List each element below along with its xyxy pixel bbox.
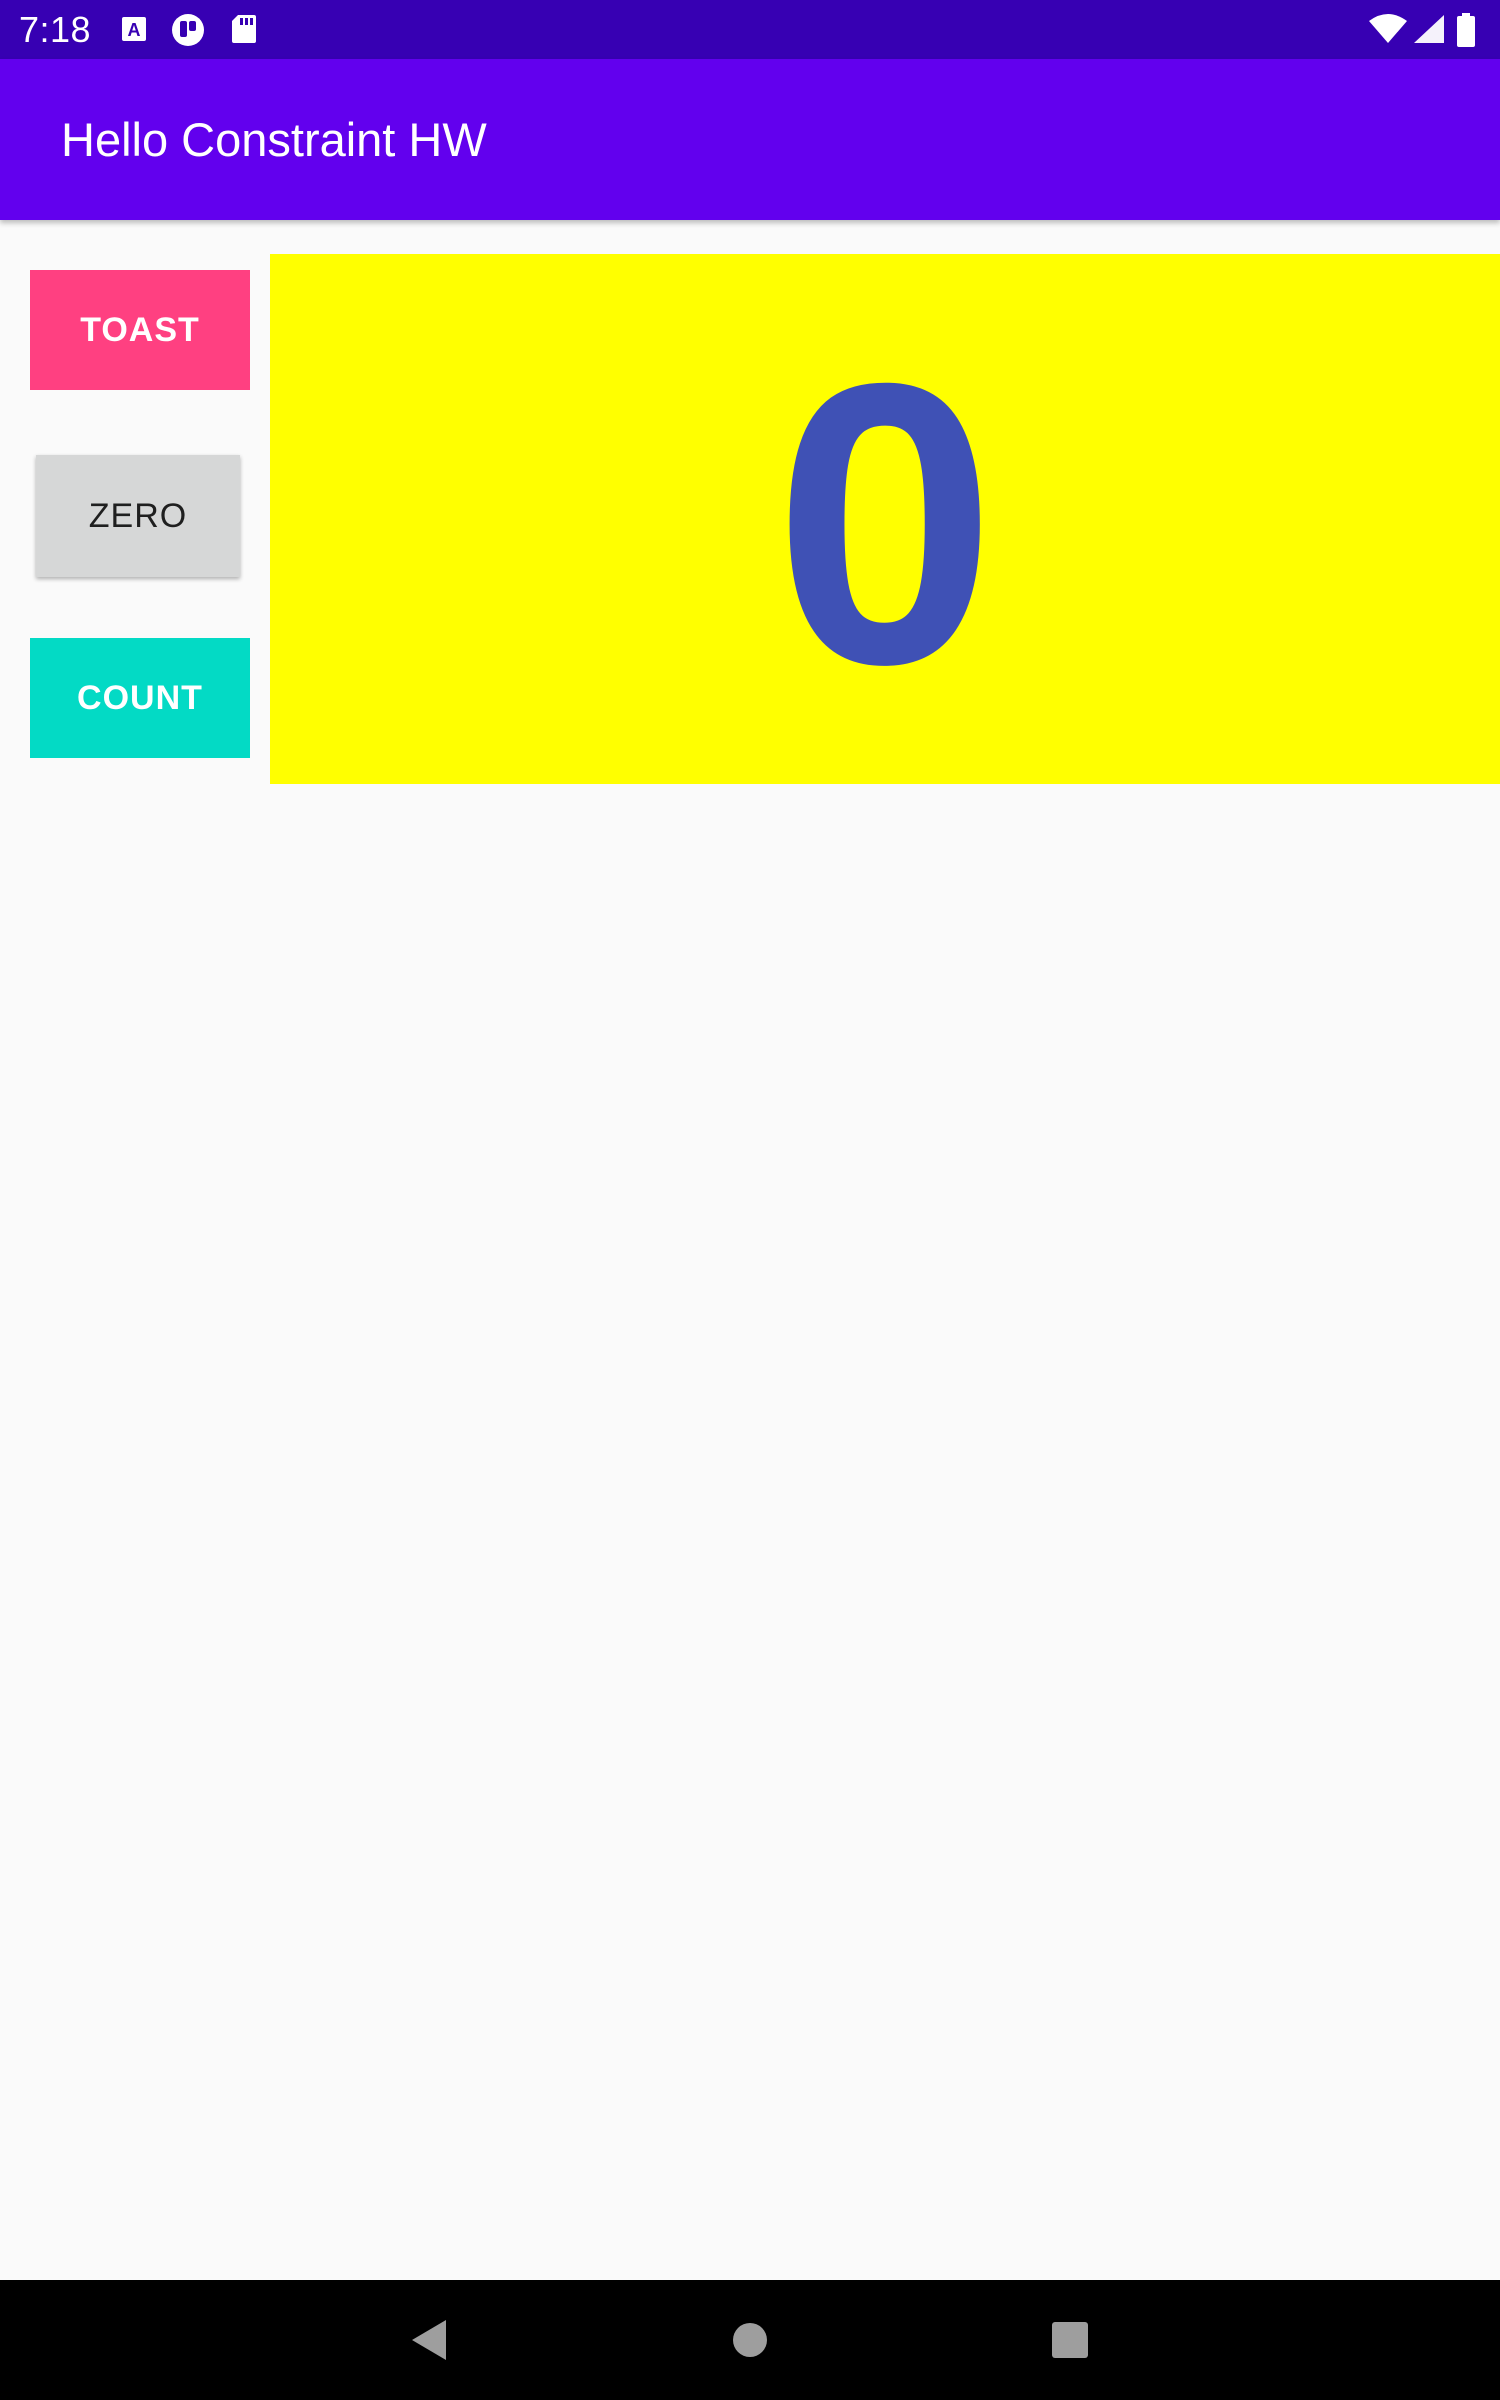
battery-icon [1455,13,1477,47]
text-a-icon: A [120,13,148,45]
navigation-bar [0,2280,1500,2400]
svg-text:A: A [128,20,141,40]
cell-signal-icon [1412,13,1446,45]
status-time: 7:18 [19,9,92,50]
count-button[interactable]: COUNT [30,638,250,758]
zero-button[interactable]: ZERO [36,455,240,577]
home-icon[interactable] [720,2310,780,2370]
count-value: 0 [773,300,997,747]
back-icon[interactable] [400,2310,460,2370]
count-panel: 0 [270,254,1500,784]
app-bar: Hello Constraint HW [0,59,1500,220]
wifi-icon [1368,13,1408,45]
toast-button[interactable]: TOAST [30,270,250,390]
sd-card-icon [230,13,258,45]
status-bar: 7:18 A [0,0,1500,59]
app-screen: 7:18 A Hello Constraint HW TOAST ZERO CO… [0,0,1500,2400]
app-title: Hello Constraint HW [61,113,487,166]
recents-icon[interactable] [1040,2310,1100,2370]
app-notification-icon [170,13,206,46]
